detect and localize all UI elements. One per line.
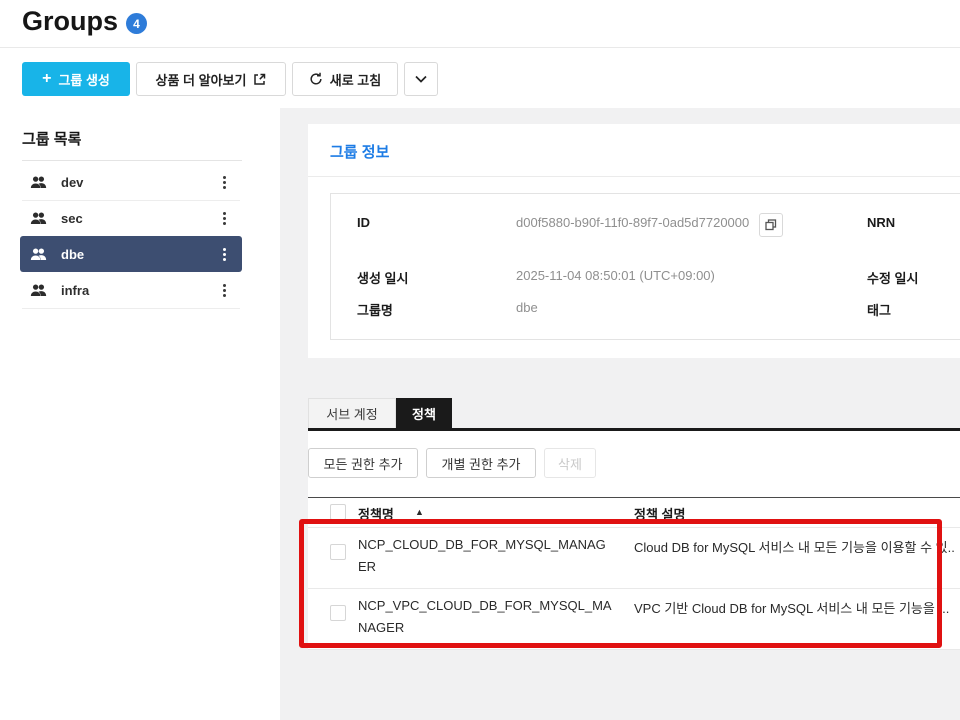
group-list-title: 그룹 목록 — [22, 128, 81, 149]
policy-panel: 모든 권한 추가 개별 권한 추가 삭제 정책명 ▲ 정책 설명 NCP_CLO… — [308, 431, 960, 650]
kebab-menu-icon[interactable] — [217, 209, 232, 228]
group-item-label: dbe — [61, 247, 217, 262]
sort-asc-icon[interactable]: ▲ — [415, 507, 424, 517]
group-info-box: ID d00f5880-b90f-11f0-89f7-0ad5d7720000 … — [330, 193, 960, 340]
group-icon — [30, 210, 47, 227]
group-icon — [30, 282, 47, 299]
group-name-value: dbe — [516, 300, 538, 315]
id-value: d00f5880-b90f-11f0-89f7-0ad5d7720000 — [516, 215, 749, 230]
header-divider — [0, 47, 960, 48]
sidebar-item-infra[interactable]: infra — [20, 272, 242, 308]
delete-button[interactable]: 삭제 — [544, 448, 596, 478]
policy-name-cell: NCP_CLOUD_DB_FOR_MYSQL_MANAGER — [358, 534, 614, 578]
tag-label: 태그 — [867, 300, 891, 319]
more-actions-button[interactable] — [404, 62, 438, 96]
group-info-card: 그룹 정보 ID d00f5880-b90f-11f0-89f7-0ad5d77… — [308, 124, 960, 358]
group-icon — [30, 246, 47, 263]
learn-more-label: 상품 더 알아보기 — [156, 70, 247, 89]
chevron-down-icon — [415, 75, 427, 83]
group-list-sidebar: 그룹 목록 dev sec dbe infra — [0, 108, 280, 720]
group-item-label: sec — [61, 211, 217, 226]
policy-name-cell: NCP_VPC_CLOUD_DB_FOR_MYSQL_MANAGER — [358, 595, 614, 639]
card-divider — [308, 176, 960, 177]
item-separator — [22, 308, 240, 309]
refresh-button[interactable]: 새로 고침 — [292, 62, 398, 96]
sidebar-divider — [22, 160, 242, 161]
row-checkbox[interactable] — [330, 544, 346, 560]
created-value: 2025-11-04 08:50:01 (UTC+09:00) — [516, 268, 715, 283]
row-separator — [308, 527, 960, 528]
select-all-checkbox[interactable] — [330, 504, 346, 520]
sidebar-item-dbe[interactable]: dbe — [20, 236, 242, 272]
row-separator — [308, 649, 960, 650]
group-name-label: 그룹명 — [357, 300, 393, 319]
kebab-menu-icon[interactable] — [217, 281, 232, 300]
modified-label: 수정 일시 — [867, 268, 918, 287]
table-top-border — [308, 497, 960, 498]
group-info-title: 그룹 정보 — [330, 141, 389, 162]
row-checkbox[interactable] — [330, 605, 346, 621]
copy-id-button[interactable] — [759, 213, 783, 237]
plus-icon: + — [42, 71, 51, 87]
column-header-policy-name[interactable]: 정책명 — [358, 504, 394, 523]
policy-desc-cell: VPC 기반 Cloud DB for MySQL 서비스 내 모든 기능을 .… — [634, 598, 949, 617]
tab-policy[interactable]: 정책 — [396, 398, 452, 428]
policy-desc-cell: Cloud DB for MySQL 서비스 내 모든 기능을 이용할 수 있.… — [634, 537, 955, 556]
row-separator — [308, 588, 960, 589]
sidebar-item-sec[interactable]: sec — [20, 200, 242, 236]
group-item-label: dev — [61, 175, 217, 190]
column-header-policy-desc: 정책 설명 — [634, 504, 685, 523]
external-link-icon — [253, 73, 266, 86]
tab-sub-account[interactable]: 서브 계정 — [308, 398, 396, 428]
refresh-label: 새로 고침 — [330, 70, 381, 89]
learn-more-button[interactable]: 상품 더 알아보기 — [136, 62, 286, 96]
kebab-menu-icon[interactable] — [217, 245, 232, 264]
add-all-permissions-button[interactable]: 모든 권한 추가 — [308, 448, 418, 478]
group-item-label: infra — [61, 283, 217, 298]
page-title: Groups — [22, 6, 118, 37]
created-label: 생성 일시 — [357, 268, 408, 287]
group-icon — [30, 174, 47, 191]
create-group-label: 그룹 생성 — [58, 70, 109, 89]
group-count-badge: 4 — [126, 13, 147, 34]
add-individual-permission-button[interactable]: 개별 권한 추가 — [426, 448, 536, 478]
sidebar-item-dev[interactable]: dev — [20, 164, 242, 200]
kebab-menu-icon[interactable] — [217, 173, 232, 192]
create-group-button[interactable]: + 그룹 생성 — [22, 62, 130, 96]
nrn-label: NRN — [867, 215, 895, 230]
id-label: ID — [357, 215, 370, 230]
refresh-icon — [309, 72, 323, 86]
